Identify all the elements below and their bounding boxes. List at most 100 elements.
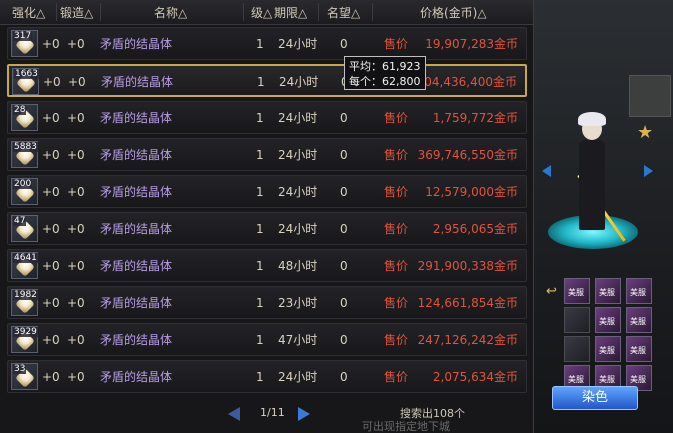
item-duration: 47小时 bbox=[278, 333, 318, 347]
bottom-note: 可出现指定地下城 bbox=[362, 420, 450, 433]
slot-label: 美服 bbox=[568, 375, 584, 384]
listing-row[interactable]: 200 +0 +0 矛盾的结晶体 1 24小时 0 售价 12,579,000金币 bbox=[7, 175, 527, 208]
equipment-slot[interactable]: 美服 bbox=[626, 307, 652, 333]
page-indicator: 1/11 bbox=[260, 406, 285, 419]
next-page-icon[interactable] bbox=[298, 407, 310, 421]
equipment-slot[interactable]: 美服 bbox=[595, 336, 621, 362]
upgrade-value: +0 bbox=[42, 222, 60, 236]
slot-label: 美服 bbox=[568, 288, 584, 297]
price-label: 售价 bbox=[384, 296, 409, 310]
upgrade-value: +0 bbox=[42, 296, 60, 310]
swap-icon[interactable]: ↩ bbox=[546, 284, 557, 299]
item-renown: 0 bbox=[340, 37, 348, 51]
item-level: 1 bbox=[256, 222, 264, 236]
listing-row[interactable]: 5883 +0 +0 矛盾的结晶体 1 24小时 0 售价 369,746,550金币 bbox=[7, 138, 527, 171]
rotate-left-icon[interactable] bbox=[542, 165, 551, 177]
item-duration: 23小时 bbox=[278, 296, 318, 310]
slot-label: 美服 bbox=[630, 317, 646, 326]
item-name: 矛盾的结晶体 bbox=[101, 75, 174, 89]
item-level: 1 bbox=[256, 37, 264, 51]
item-renown: 0 bbox=[340, 259, 348, 273]
price-label: 售价 bbox=[384, 185, 409, 199]
upgrade-value: +0 bbox=[42, 370, 60, 384]
item-slot[interactable]: 1982 bbox=[11, 289, 38, 316]
listing-row[interactable]: 33 +0 +0 矛盾的结晶体 1 24小时 0 售价 2,075,634金币 bbox=[7, 360, 527, 393]
item-name: 矛盾的结晶体 bbox=[100, 370, 173, 384]
item-name: 矛盾的结晶体 bbox=[100, 37, 173, 51]
rotate-right-icon[interactable] bbox=[644, 165, 653, 177]
item-price: 12,579,000金币 bbox=[425, 185, 518, 199]
forge-value: +0 bbox=[67, 259, 85, 273]
item-slot[interactable]: 3929 bbox=[11, 326, 38, 353]
scroll-icon bbox=[629, 75, 671, 117]
upgrade-value: +0 bbox=[42, 185, 60, 199]
item-quantity: 5883 bbox=[13, 142, 38, 152]
item-renown: 0 bbox=[340, 111, 348, 125]
slot-label: 美服 bbox=[599, 288, 615, 297]
item-duration: 24小时 bbox=[278, 185, 318, 199]
slot-label: 美服 bbox=[599, 375, 615, 384]
item-duration: 48小时 bbox=[278, 259, 318, 273]
listing-row[interactable]: 28 +0 +0 矛盾的结晶体 1 24小时 0 售价 1,759,772金币 bbox=[7, 101, 527, 134]
item-name: 矛盾的结晶体 bbox=[100, 333, 173, 347]
item-slot[interactable]: 33 bbox=[11, 363, 38, 390]
sort-forge-header[interactable]: 锻造△ bbox=[60, 5, 93, 21]
item-level: 1 bbox=[256, 111, 264, 125]
header-divider bbox=[100, 3, 101, 21]
item-name: 矛盾的结晶体 bbox=[100, 296, 173, 310]
item-slot[interactable]: 1663 bbox=[12, 68, 39, 95]
listing-row[interactable]: 1982 +0 +0 矛盾的结晶体 1 23小时 0 售价 124,661,854金币 bbox=[7, 286, 527, 319]
sort-price-header[interactable]: 价格(金币)△ bbox=[420, 5, 487, 21]
price-label: 售价 bbox=[384, 370, 409, 384]
item-price: 124,661,854金币 bbox=[417, 296, 518, 310]
equipment-slot[interactable] bbox=[564, 307, 590, 333]
item-renown: 0 bbox=[340, 185, 348, 199]
sort-level-header[interactable]: 级△ bbox=[251, 5, 272, 21]
item-slot[interactable]: 28 bbox=[11, 104, 38, 131]
prev-page-icon[interactable] bbox=[228, 407, 240, 421]
item-slot[interactable]: 5883 bbox=[11, 141, 38, 168]
item-slot[interactable]: 4641 bbox=[11, 252, 38, 279]
item-renown: 0 bbox=[340, 333, 348, 347]
upgrade-value: +0 bbox=[42, 333, 60, 347]
item-level: 1 bbox=[256, 370, 264, 384]
item-level: 1 bbox=[256, 259, 264, 273]
equipment-slot[interactable]: 美服 bbox=[626, 278, 652, 304]
listing-row[interactable]: 317 +0 +0 矛盾的结晶体 1 24小时 0 售价 19,907,283金币 bbox=[7, 27, 527, 60]
listing-row[interactable]: 3929 +0 +0 矛盾的结晶体 1 47小时 0 售价 247,126,242金币 bbox=[7, 323, 527, 356]
item-slot[interactable]: 200 bbox=[11, 178, 38, 205]
item-price: 1,759,772金币 bbox=[432, 111, 518, 125]
item-name: 矛盾的结晶体 bbox=[100, 185, 173, 199]
list-header: 强化△ 锻造△ 名称△ 级△ 期限△ 名望△ 价格(金币)△ bbox=[0, 0, 533, 25]
sort-name-header[interactable]: 名称△ bbox=[154, 5, 187, 21]
character-panel: ★ ↩ 美服 美服 美服 美服 美服 美服 美服 美服 美服 美服 染色 bbox=[533, 0, 673, 433]
listing-row[interactable]: 1663+0+0矛盾的结晶体124小时0售价104,436,400金币 bbox=[7, 64, 527, 97]
slot-label: 美服 bbox=[630, 288, 646, 297]
item-slot[interactable]: 47 bbox=[11, 215, 38, 242]
equipment-slot[interactable]: 美服 bbox=[626, 336, 652, 362]
equipment-slot[interactable] bbox=[564, 336, 590, 362]
equipment-slot[interactable]: 美服 bbox=[564, 278, 590, 304]
item-quantity: 47 bbox=[13, 216, 27, 226]
listing-row[interactable]: 4641 +0 +0 矛盾的结晶体 1 48小时 0 售价 291,900,338金币 bbox=[7, 249, 527, 282]
listing-row[interactable]: 47 +0 +0 矛盾的结晶体 1 24小时 0 售价 2,956,065金币 bbox=[7, 212, 527, 245]
item-quantity: 33 bbox=[13, 364, 27, 374]
auction-window: 强化△ 锻造△ 名称△ 级△ 期限△ 名望△ 价格(金币)△ 317 +0 +0 矛盾… bbox=[0, 0, 673, 433]
forge-value: +0 bbox=[67, 111, 85, 125]
slot-label: 美服 bbox=[630, 346, 646, 355]
forge-value: +0 bbox=[67, 222, 85, 236]
item-duration: 24小时 bbox=[278, 37, 318, 51]
upgrade-value: +0 bbox=[42, 148, 60, 162]
sort-upgrade-header[interactable]: 强化△ bbox=[12, 5, 45, 21]
slot-label: 美服 bbox=[630, 375, 646, 384]
item-slot[interactable]: 317 bbox=[11, 30, 38, 57]
item-price: 2,075,634金币 bbox=[432, 370, 518, 384]
equipment-slot[interactable]: 美服 bbox=[595, 307, 621, 333]
sort-duration-header[interactable]: 期限△ bbox=[274, 5, 307, 21]
equipment-slot[interactable]: 美服 bbox=[595, 278, 621, 304]
header-divider bbox=[372, 3, 373, 21]
item-duration: 24小时 bbox=[278, 111, 318, 125]
sort-renown-header[interactable]: 名望△ bbox=[327, 5, 360, 21]
tooltip-each: 每个：62,800 bbox=[349, 75, 421, 88]
dye-button[interactable]: 染色 bbox=[552, 386, 638, 410]
